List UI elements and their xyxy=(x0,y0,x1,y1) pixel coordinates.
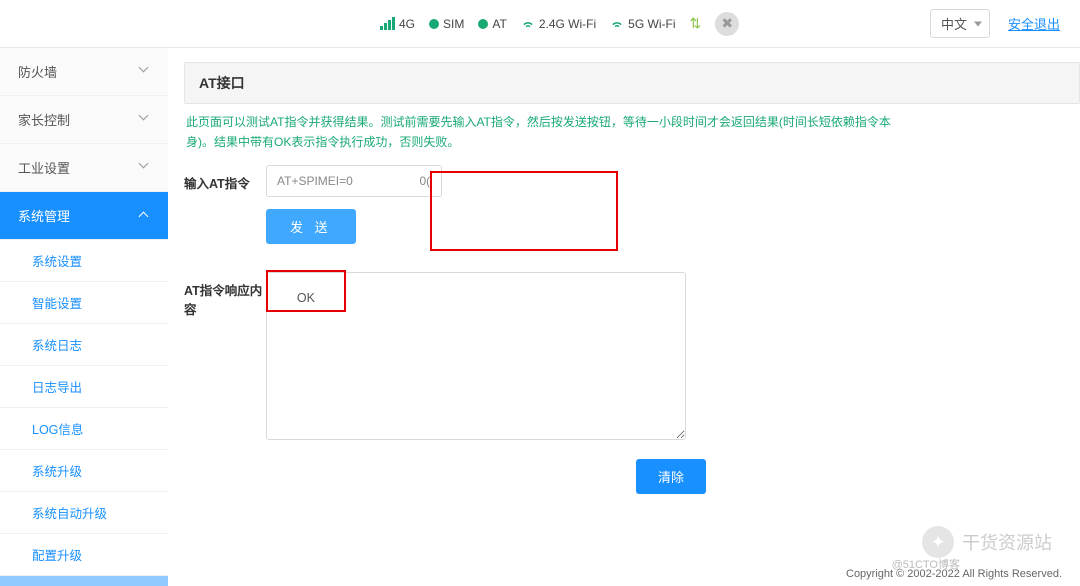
chevron-down-icon xyxy=(140,67,150,77)
signal-icon xyxy=(380,17,395,30)
topbar: 4G SIM AT 2.4G Wi-Fi 5G Wi-Fi ⇅ ✖ 中文 安全退… xyxy=(0,0,1080,48)
status-wifi5: 5G Wi-Fi xyxy=(610,17,675,31)
status-sim: SIM xyxy=(429,17,464,31)
chevron-up-icon xyxy=(140,211,150,221)
sidebar-item-log-export[interactable]: 日志导出 xyxy=(0,366,168,408)
language-select[interactable]: 中文 xyxy=(930,9,990,38)
main-area: 防火墙 家长控制 工业设置 系统管理 系统设置 智能设置 系统日志 日志导出 L… xyxy=(0,48,1080,586)
sidebar-item-smart-settings[interactable]: 智能设置 xyxy=(0,282,168,324)
sidebar-section-label: 系统管理 xyxy=(18,206,70,225)
status-4g: 4G xyxy=(380,17,415,31)
status-at: AT xyxy=(478,17,506,31)
dot-icon xyxy=(429,19,439,29)
sidebar-item-system-log[interactable]: 系统日志 xyxy=(0,324,168,366)
status-indicators: 4G SIM AT 2.4G Wi-Fi 5G Wi-Fi ⇅ ✖ xyxy=(380,12,739,36)
sidebar-section-firewall[interactable]: 防火墙 xyxy=(0,48,168,96)
panel-description: 此页面可以测试AT指令并获得结果。测试前需要先输入AT指令，然后按发送按钮，等待… xyxy=(184,104,904,161)
wechat-icon: ✦ xyxy=(922,526,954,558)
sidebar-item-system-settings[interactable]: 系统设置 xyxy=(0,240,168,282)
at-input-label: 输入AT指令 xyxy=(184,165,266,192)
status-at-label: AT xyxy=(492,17,506,31)
sidebar-section-parental[interactable]: 家长控制 xyxy=(0,96,168,144)
topbar-right: 中文 安全退出 xyxy=(930,9,1060,38)
status-wifi24-label: 2.4G Wi-Fi xyxy=(539,17,596,31)
round-button[interactable]: ✖ xyxy=(715,12,739,36)
sidebar-item-config-upgrade[interactable]: 配置升级 xyxy=(0,534,168,576)
chevron-down-icon xyxy=(140,163,150,173)
footer-copyright: Copyright © 2002-2022 All Rights Reserve… xyxy=(846,568,1062,580)
logout-link[interactable]: 安全退出 xyxy=(1008,14,1060,33)
at-input-row: 输入AT指令 发 送 xyxy=(184,165,1080,244)
at-response-row: AT指令响应内容 xyxy=(184,272,1080,445)
chevron-down-icon xyxy=(140,115,150,125)
wifi-icon xyxy=(610,17,624,31)
sidebar-item-at-interface[interactable]: AT接口 xyxy=(0,576,168,586)
watermark: ✦ 干货资源站 xyxy=(922,526,1052,558)
wifi-icon xyxy=(521,17,535,31)
content: AT接口 此页面可以测试AT指令并获得结果。测试前需要先输入AT指令，然后按发送… xyxy=(168,48,1080,586)
sidebar-section-label: 工业设置 xyxy=(18,158,70,177)
sidebar-item-system-upgrade[interactable]: 系统升级 xyxy=(0,450,168,492)
sidebar-section-label: 防火墙 xyxy=(18,62,57,81)
at-response-label: AT指令响应内容 xyxy=(184,272,266,318)
watermark-text: 干货资源站 xyxy=(962,529,1052,555)
status-4g-label: 4G xyxy=(399,17,415,31)
dot-icon xyxy=(478,19,488,29)
status-wifi5-label: 5G Wi-Fi xyxy=(628,17,675,31)
sidebar-item-log-info[interactable]: LOG信息 xyxy=(0,408,168,450)
updown-icon: ⇅ xyxy=(689,15,701,32)
at-command-input[interactable] xyxy=(266,165,442,197)
sidebar: 防火墙 家长控制 工业设置 系统管理 系统设置 智能设置 系统日志 日志导出 L… xyxy=(0,48,168,586)
language-label: 中文 xyxy=(941,17,967,32)
sidebar-section-industrial[interactable]: 工业设置 xyxy=(0,144,168,192)
send-button[interactable]: 发 送 xyxy=(266,209,356,244)
sidebar-section-system[interactable]: 系统管理 xyxy=(0,192,168,240)
status-wifi24: 2.4G Wi-Fi xyxy=(521,17,596,31)
at-response-textarea[interactable] xyxy=(266,272,686,440)
panel-title: AT接口 xyxy=(184,62,1080,104)
status-sim-label: SIM xyxy=(443,17,464,31)
clear-button[interactable]: 清除 xyxy=(636,459,706,494)
sidebar-item-auto-upgrade[interactable]: 系统自动升级 xyxy=(0,492,168,534)
sidebar-section-label: 家长控制 xyxy=(18,110,70,129)
